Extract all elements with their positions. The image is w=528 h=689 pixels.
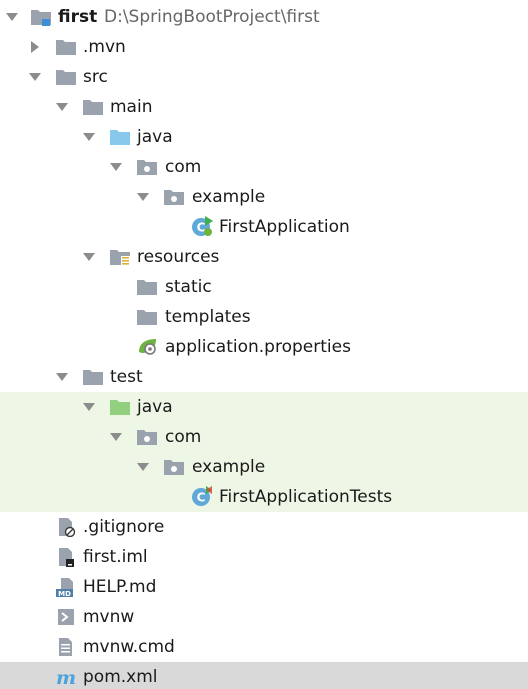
expanded-arrow-icon[interactable] (55, 370, 69, 384)
tree-item-test-java[interactable]: java (0, 392, 528, 422)
tree-item-label: .gitignore (83, 517, 165, 537)
tree-item-label: src (83, 67, 108, 87)
tree-item-label: resources (137, 247, 220, 267)
svg-text:MD: MD (58, 590, 71, 597)
tree-item-label: FirstApplicationTests (219, 487, 393, 507)
tree-item-application-properties[interactable]: application.properties (0, 332, 528, 362)
package-icon (137, 160, 157, 175)
tree-item-templates[interactable]: templates (0, 302, 528, 332)
text-file-icon (59, 638, 72, 656)
tree-item-first-application[interactable]: C FirstApplication (0, 212, 528, 242)
tree-item-first-iml[interactable]: first.iml (0, 542, 528, 572)
tree-item-main[interactable]: main (0, 92, 528, 122)
folder-icon (83, 100, 103, 115)
module-folder-icon (31, 10, 51, 26)
tree-item-static[interactable]: static (0, 272, 528, 302)
test-class-icon: C (192, 486, 212, 506)
tree-item-label: test (110, 367, 143, 387)
tree-item-label: main (110, 97, 153, 117)
shell-script-icon (58, 609, 74, 625)
expanded-arrow-icon[interactable] (82, 400, 96, 414)
spring-properties-icon (139, 339, 156, 355)
tree-item-resources[interactable]: resources (0, 242, 528, 272)
folder-icon (56, 40, 76, 55)
tree-item-label: mvnw (83, 607, 135, 627)
tree-item-gitignore[interactable]: .gitignore (0, 512, 528, 542)
folder-icon (83, 370, 103, 385)
tree-item-label: templates (165, 307, 251, 327)
tree-item-label: application.properties (165, 337, 351, 357)
test-source-folder-icon (110, 400, 130, 415)
tree-item-label: mvnw.cmd (83, 637, 175, 657)
expanded-arrow-icon[interactable] (5, 10, 19, 24)
folder-icon (56, 70, 76, 85)
tree-item-test-example[interactable]: example (0, 452, 528, 482)
expanded-arrow-icon[interactable] (55, 100, 69, 114)
tree-item-help-md[interactable]: MD HELP.md (0, 572, 528, 602)
tree-item-label: HELP.md (83, 577, 157, 597)
tree-item-project-first[interactable]: first D:\SpringBootProject\first (0, 2, 528, 32)
svg-text:m: m (56, 667, 76, 687)
tree-item-mvn[interactable]: .mvn (0, 32, 528, 62)
package-icon (164, 460, 184, 475)
tree-item-label: java (137, 127, 173, 147)
project-name: first (58, 7, 98, 27)
markdown-file-icon: MD (56, 578, 73, 597)
tree-item-label: com (165, 427, 202, 447)
tree-item-mvnw[interactable]: mvnw (0, 602, 528, 632)
source-folder-icon (110, 130, 130, 145)
tree-item-label: .mvn (83, 37, 126, 57)
folder-icon (137, 280, 157, 295)
spring-boot-class-icon: C (192, 216, 213, 236)
tree-item-label: FirstApplication (219, 217, 350, 237)
folder-icon (137, 310, 157, 325)
tree-item-main-java[interactable]: java (0, 122, 528, 152)
tree-item-label: pom.xml (83, 667, 158, 687)
expanded-arrow-icon[interactable] (136, 460, 150, 474)
tree-item-label: example (192, 187, 266, 207)
expanded-arrow-icon[interactable] (82, 250, 96, 264)
tree-item-label: static (165, 277, 212, 297)
tree-item-label: java (137, 397, 173, 417)
tree-item-main-example[interactable]: example (0, 182, 528, 212)
expanded-arrow-icon[interactable] (82, 130, 96, 144)
expanded-arrow-icon[interactable] (109, 160, 123, 174)
tree-item-test-com[interactable]: com (0, 422, 528, 452)
tree-item-label: example (192, 457, 266, 477)
tree-item-first-application-tests[interactable]: C FirstApplicationTests (0, 482, 528, 512)
tree-item-main-com[interactable]: com (0, 152, 528, 182)
expanded-arrow-icon[interactable] (136, 190, 150, 204)
expanded-arrow-icon[interactable] (28, 70, 42, 84)
tree-item-mvnw-cmd[interactable]: mvnw.cmd (0, 632, 528, 662)
project-tree: first D:\SpringBootProject\first .mvn sr… (0, 0, 528, 689)
tree-item-test[interactable]: test (0, 362, 528, 392)
package-icon (137, 430, 157, 445)
project-path: D:\SpringBootProject\first (104, 7, 320, 27)
module-file-icon (59, 548, 74, 567)
tree-item-label: first.iml (83, 547, 148, 567)
ignore-file-icon (59, 518, 76, 537)
tree-item-pom-xml[interactable]: m pom.xml (0, 662, 528, 689)
expanded-arrow-icon[interactable] (109, 430, 123, 444)
maven-icon: m (56, 667, 76, 687)
collapsed-arrow-icon[interactable] (28, 40, 42, 54)
package-icon (164, 190, 184, 205)
svg-text:C: C (197, 491, 206, 505)
resources-folder-icon (110, 250, 130, 266)
tree-item-src[interactable]: src (0, 62, 528, 92)
tree-item-label: com (165, 157, 202, 177)
